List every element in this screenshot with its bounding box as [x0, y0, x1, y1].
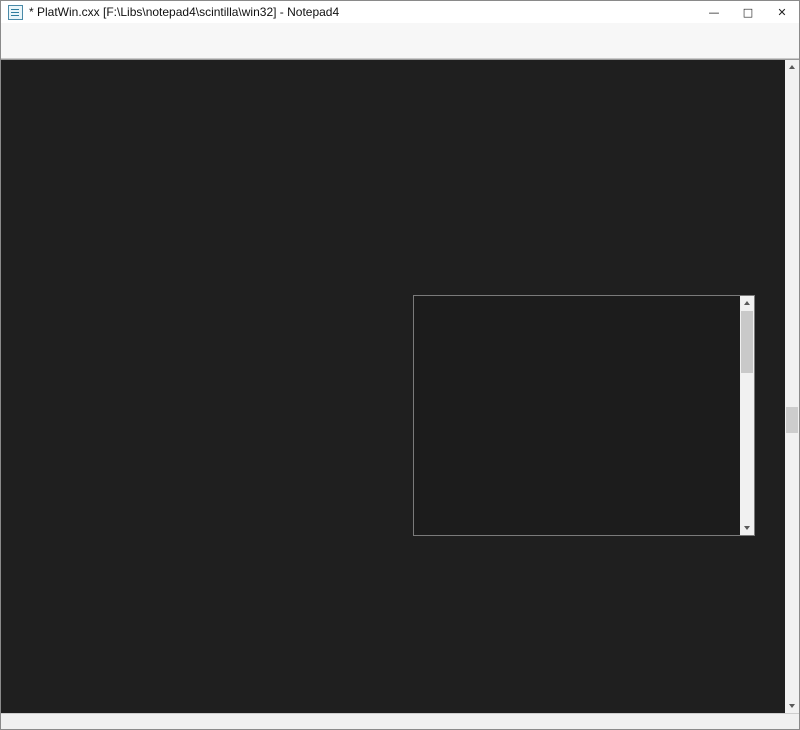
toolbar: [1, 41, 799, 59]
window-title: * PlatWin.cxx [F:\Libs\notepad4\scintill…: [29, 5, 339, 19]
menubar: [1, 23, 799, 41]
statusbar: [1, 713, 799, 730]
close-button[interactable]: ✕: [765, 1, 799, 23]
code-editor[interactable]: [1, 59, 799, 713]
minimize-button[interactable]: —: [697, 1, 731, 23]
titlebar: * PlatWin.cxx [F:\Libs\notepad4\scintill…: [1, 1, 799, 23]
scroll-up-arrow-icon[interactable]: [785, 60, 799, 74]
app-icon: [8, 5, 23, 20]
scrollbar-thumb[interactable]: [786, 407, 798, 433]
editor-vertical-scrollbar[interactable]: [785, 60, 799, 713]
autocomplete-scroll-up-icon[interactable]: [740, 296, 754, 310]
autocomplete-scrollbar[interactable]: [740, 296, 754, 535]
autocomplete-popup: [413, 295, 755, 536]
autocomplete-list[interactable]: [414, 296, 740, 535]
app-window: * PlatWin.cxx [F:\Libs\notepad4\scintill…: [0, 0, 800, 730]
scroll-down-arrow-icon[interactable]: [785, 699, 799, 713]
autocomplete-scrollbar-thumb[interactable]: [741, 311, 753, 373]
maximize-button[interactable]: □: [731, 1, 765, 23]
autocomplete-scroll-down-icon[interactable]: [740, 521, 754, 535]
